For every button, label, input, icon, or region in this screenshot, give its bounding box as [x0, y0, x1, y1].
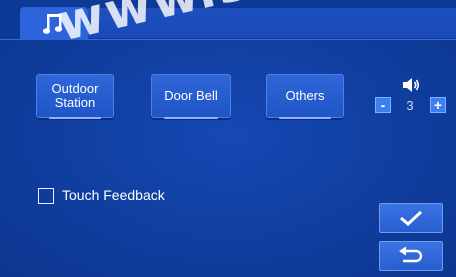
back-button[interactable]: [379, 241, 443, 271]
volume-up-button[interactable]: +: [430, 97, 446, 113]
door-bell-button[interactable]: Door Bell: [151, 74, 231, 119]
others-label: Others: [285, 88, 325, 103]
touch-feedback-checkbox[interactable]: [38, 188, 54, 204]
checkmark-icon: [400, 210, 423, 227]
door-bell-label: Door Bell: [164, 88, 218, 103]
volume-down-button[interactable]: -: [375, 97, 391, 113]
confirm-button[interactable]: [379, 203, 443, 233]
plus-icon: +: [433, 97, 443, 113]
minus-icon: -: [380, 97, 386, 113]
button-underline: [164, 117, 218, 119]
outdoor-station-label: Outdoor Station: [51, 81, 99, 110]
others-button[interactable]: Others: [266, 74, 344, 119]
button-underline: [279, 117, 331, 119]
outdoor-station-button[interactable]: Outdoor Station: [36, 74, 114, 119]
return-arrow-icon: [399, 246, 423, 263]
button-underline: [49, 117, 101, 119]
volume-value: 3: [406, 98, 414, 113]
touch-feedback-label: Touch Feedback: [62, 187, 165, 203]
speaker-icon: [403, 78, 420, 92]
